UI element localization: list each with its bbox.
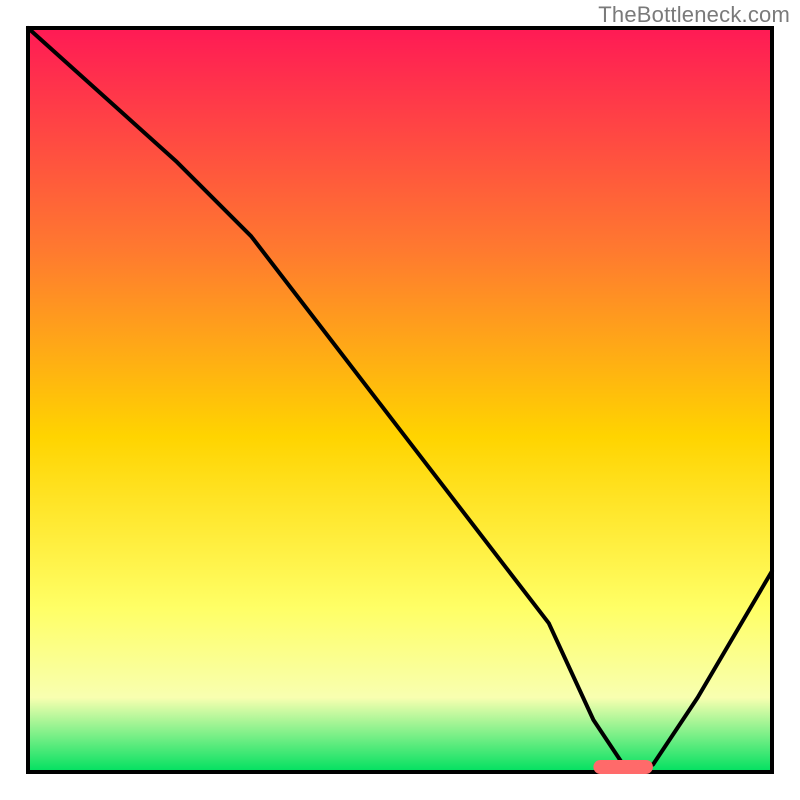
plot-area: [28, 28, 772, 774]
gradient-background: [28, 28, 772, 772]
optimal-marker: [593, 760, 653, 774]
chart-container: { "attribution": "TheBottleneck.com", "c…: [0, 0, 800, 800]
bottleneck-chart: [0, 0, 800, 800]
